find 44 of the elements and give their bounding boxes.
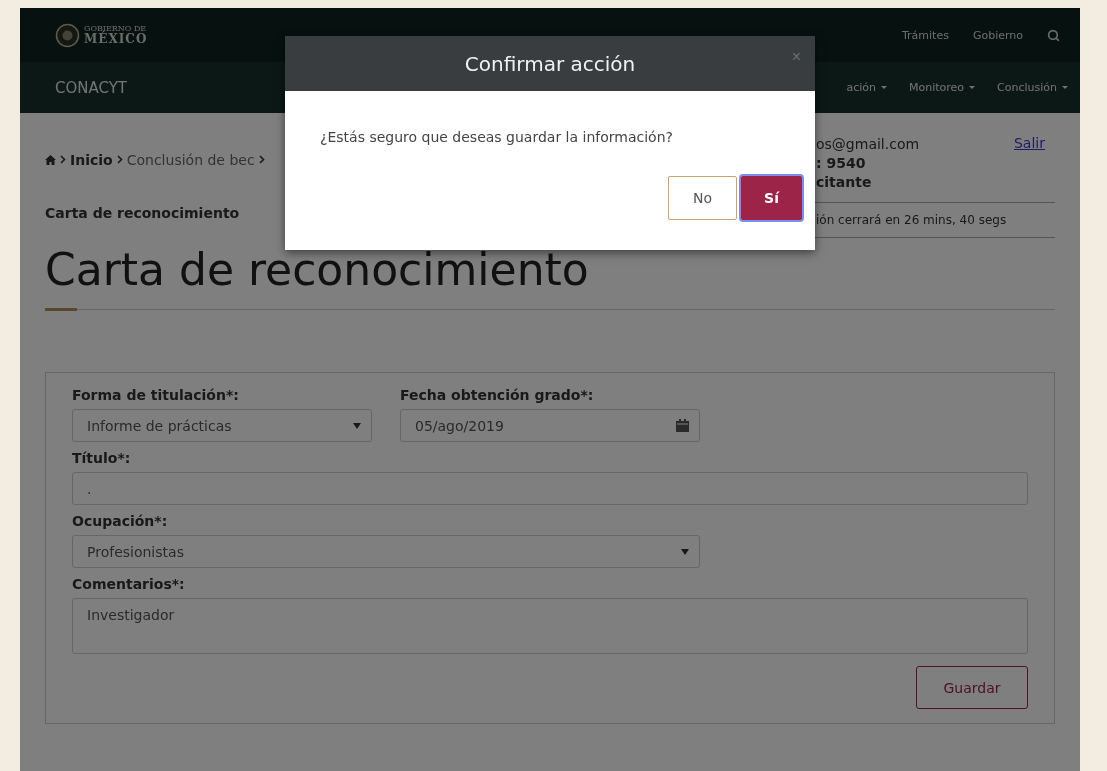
dropdown-field[interactable]: Informe de prácticas	[72, 409, 372, 442]
nav-menu[interactable]: Conclusión	[997, 81, 1068, 94]
save-button[interactable]: Guardar	[916, 666, 1028, 709]
user-role: citante	[816, 173, 873, 192]
nav-menu[interactable]: Monitoreo	[908, 81, 976, 94]
caret-icon	[1062, 86, 1068, 89]
field-label: Comentarios*:	[72, 576, 186, 592]
header-link[interactable]: Trámites	[901, 28, 949, 42]
home-icon[interactable]	[45, 154, 56, 165]
field-label: Título*:	[72, 450, 132, 466]
field-label: Ocupación*:	[72, 513, 169, 529]
confirm-button[interactable]: Sí	[741, 176, 802, 220]
chevron-icon	[258, 155, 265, 165]
dialog-message: ¿Estás seguro que deseas guardar la información?	[320, 129, 674, 145]
text-field[interactable]: .	[72, 472, 1028, 505]
title-accent	[45, 308, 77, 311]
current-page-label: Carta de reconocimiento	[45, 205, 240, 222]
cancel-button[interactable]: No	[668, 176, 738, 220]
chevron-icon	[60, 155, 66, 165]
close-button[interactable]: ×	[791, 48, 801, 66]
emblem-icon	[55, 22, 80, 48]
user-id: : 9540	[816, 154, 867, 173]
dialog-title: Confirmar acción	[464, 51, 636, 76]
search-icon[interactable]	[1047, 28, 1060, 42]
dropdown-caret-icon	[681, 548, 689, 555]
date-field[interactable]: 05/ago/2019	[400, 409, 700, 442]
breadcrumb-link[interactable]: Conclusión de bec	[126, 151, 255, 168]
chevron-icon	[116, 155, 123, 165]
dropdown-caret-icon	[353, 422, 361, 429]
page-title: Carta de reconocimiento	[45, 244, 590, 295]
header-link[interactable]: Gobierno	[972, 28, 1023, 42]
logo-text: GOBIERNO DE MÉXICO	[84, 25, 148, 45]
caret-icon	[880, 86, 887, 89]
nav-menu[interactable]: ación	[846, 81, 887, 94]
field-label: Forma de titulación*:	[72, 387, 240, 403]
comments-field[interactable]: Investigador	[72, 598, 1028, 654]
dropdown-field[interactable]: Profesionistas	[72, 535, 700, 568]
user-email: os@gmail.com	[816, 135, 920, 154]
calendar-icon	[676, 419, 689, 432]
field-label: Fecha obtención grado*:	[400, 387, 595, 403]
brand-name[interactable]: CONACYT	[55, 78, 128, 97]
breadcrumb-link[interactable]: Inicio	[70, 151, 113, 168]
logout-link[interactable]: Salir	[1014, 135, 1045, 192]
caret-icon	[969, 86, 976, 89]
